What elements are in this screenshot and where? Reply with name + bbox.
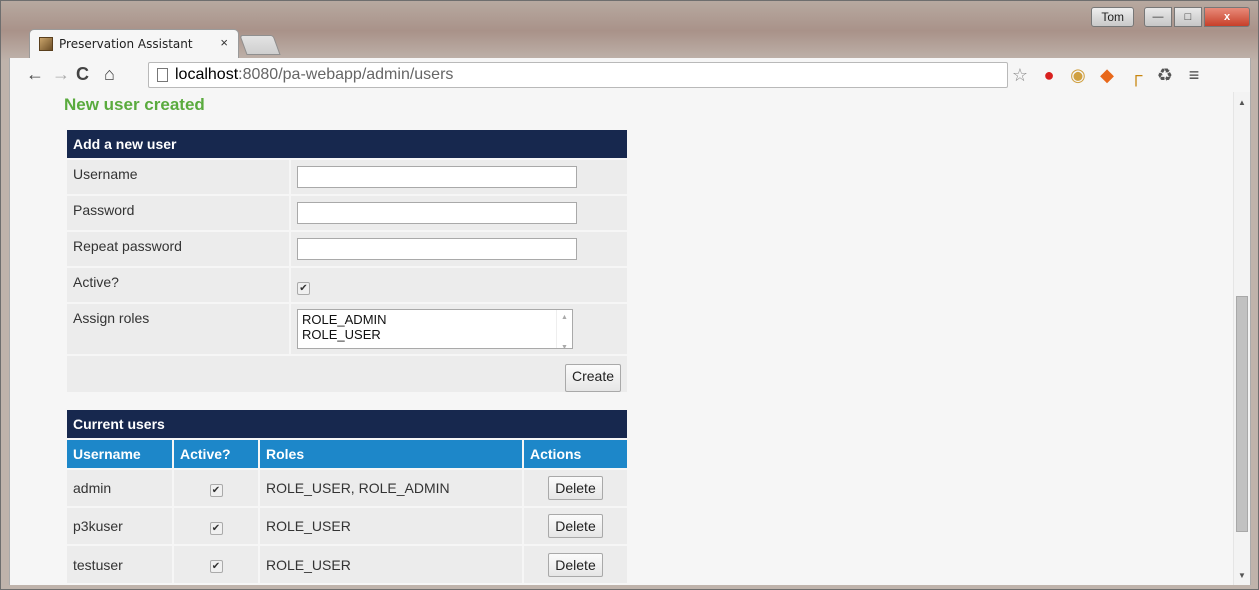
tab-title: Preservation Assistant <box>59 37 193 51</box>
active-row: Active? ✔ <box>67 266 627 302</box>
reload-icon[interactable]: C <box>76 64 89 84</box>
password-label: Password <box>73 202 135 218</box>
active-checkbox[interactable]: ✔ <box>297 282 310 295</box>
roles-row: Assign roles ROLE_ADMIN ROLE_USER ▲ ▼ <box>67 302 627 354</box>
create-row: Create <box>67 354 627 392</box>
favicon-icon <box>39 37 53 51</box>
repeat-password-label: Repeat password <box>73 238 182 254</box>
create-button[interactable]: Create <box>564 364 621 392</box>
url-path: :8080/pa-webapp/admin/users <box>238 66 454 83</box>
username-input[interactable] <box>297 166 577 188</box>
current-users-heading: Current users <box>67 410 627 438</box>
users-table-header: Username Active? Roles Actions <box>67 438 627 469</box>
minimize-button[interactable]: — <box>1144 7 1172 27</box>
col-actions: Actions <box>523 438 627 469</box>
delete-button[interactable]: Delete <box>548 552 603 577</box>
bookmark-star-icon[interactable]: ☆ <box>1010 65 1030 85</box>
row-username: admin <box>67 468 174 507</box>
row-username: p3kuser <box>67 506 174 545</box>
active-label: Active? <box>73 274 119 290</box>
col-active: Active? <box>173 438 260 469</box>
browser-window: Preservation Assistant × Tom — □ x ← → C… <box>0 0 1259 590</box>
cookie-icon[interactable]: ◉ <box>1068 65 1088 85</box>
row-roles: ROLE_USER <box>259 544 524 583</box>
users-table: Username Active? Roles Actions admin ✔ R… <box>67 438 627 583</box>
add-user-heading: Add a new user <box>67 130 627 158</box>
table-row: admin ✔ ROLE_USER, ROLE_ADMIN Delete <box>67 468 627 507</box>
url-host: localhost <box>175 66 239 83</box>
repeat-password-row: Repeat password <box>67 230 627 266</box>
scroll-down-icon[interactable]: ▼ <box>1238 571 1246 580</box>
listbox-scrollbar[interactable]: ▲ ▼ <box>556 310 572 351</box>
adblock-stop-icon[interactable]: ● <box>1039 65 1059 85</box>
current-users-section: Current users Username Active? Roles Act… <box>67 410 627 583</box>
repeat-password-input[interactable] <box>297 238 577 260</box>
page-viewport: New user created Add a new user Username… <box>9 92 1251 585</box>
menu-icon[interactable]: ≡ <box>1184 65 1204 85</box>
row-roles: ROLE_USER <box>259 506 524 545</box>
tab-close-icon[interactable]: × <box>220 35 228 50</box>
address-bar[interactable]: localhost:8080/pa-webapp/admin/users <box>148 62 1008 88</box>
extension-icons: ☆ ● ◉ ◆ ┌ ♻ ≡ <box>1010 64 1204 86</box>
add-user-form: Add a new user Username Password Repeat … <box>67 130 627 392</box>
password-input[interactable] <box>297 202 577 224</box>
page-scrollbar[interactable]: ▲ ▼ <box>1233 92 1250 585</box>
roles-label: Assign roles <box>73 310 150 326</box>
page-icon <box>157 68 168 82</box>
table-row: testuser ✔ ROLE_USER Delete <box>67 544 627 583</box>
role-option-user[interactable]: ROLE_USER <box>302 327 568 342</box>
forward-icon[interactable]: → <box>52 64 70 84</box>
role-option-admin[interactable]: ROLE_ADMIN <box>302 312 568 327</box>
row-roles: ROLE_USER, ROLE_ADMIN <box>259 468 524 507</box>
recycle-icon[interactable]: ♻ <box>1155 65 1175 85</box>
row-username: testuser <box>67 544 174 583</box>
row-active-checkbox: ✔ <box>209 483 223 497</box>
close-window-button[interactable]: x <box>1204 7 1250 27</box>
flash-message: New user created <box>64 95 205 114</box>
username-label: Username <box>73 166 138 182</box>
delete-button[interactable]: Delete <box>548 476 603 500</box>
back-icon[interactable]: ← <box>26 64 44 84</box>
color-picker-icon[interactable]: ◆ <box>1097 65 1117 85</box>
password-row: Password <box>67 194 627 230</box>
username-row: Username <box>67 158 627 194</box>
roles-listbox[interactable]: ROLE_ADMIN ROLE_USER ▲ ▼ <box>297 309 573 351</box>
url-text: localhost:8080/pa-webapp/admin/users <box>175 66 453 84</box>
ruler-icon[interactable]: ┌ <box>1126 65 1146 85</box>
table-row: p3kuser ✔ ROLE_USER Delete <box>67 506 627 545</box>
tab-preservation-assistant[interactable]: Preservation Assistant × <box>29 29 239 58</box>
delete-button[interactable]: Delete <box>548 514 603 538</box>
profile-button[interactable]: Tom <box>1091 7 1134 27</box>
row-active-checkbox: ✔ <box>209 521 223 535</box>
col-roles: Roles <box>259 438 524 469</box>
tab-strip: Preservation Assistant × <box>29 29 1229 58</box>
home-icon[interactable]: ⌂ <box>104 64 115 84</box>
maximize-button[interactable]: □ <box>1174 7 1202 27</box>
new-tab-button[interactable] <box>239 35 281 55</box>
scroll-up-icon[interactable]: ▲ <box>1238 98 1246 107</box>
scrollbar-thumb[interactable] <box>1236 296 1248 532</box>
browser-toolbar: ← → C ⌂ localhost:8080/pa-webapp/admin/u… <box>9 58 1251 92</box>
col-username: Username <box>67 438 174 469</box>
window-controls: Tom — □ x <box>1091 7 1250 27</box>
row-active-checkbox: ✔ <box>209 560 223 573</box>
